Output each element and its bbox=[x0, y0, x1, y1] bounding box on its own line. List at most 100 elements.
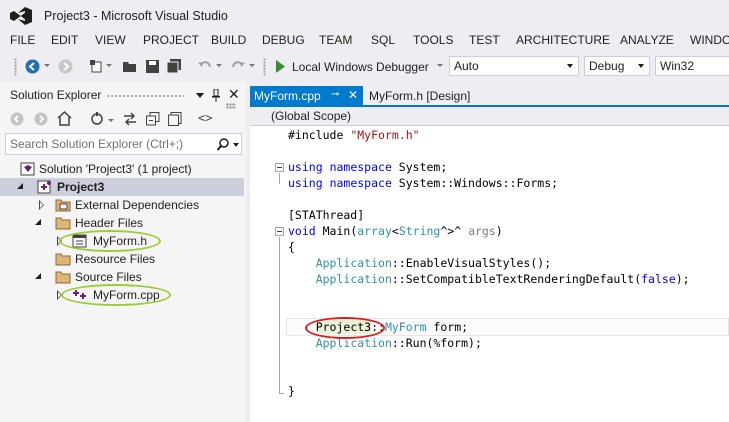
visual-studio-logo-icon bbox=[10, 7, 32, 25]
toolbar-overflow-icon[interactable] bbox=[226, 103, 236, 109]
chevron-down-icon[interactable] bbox=[216, 64, 222, 67]
menu-build[interactable]: BUILD bbox=[211, 33, 246, 47]
menu-architecture[interactable]: ARCHITECTURE bbox=[516, 33, 610, 47]
project-icon bbox=[37, 180, 51, 194]
menu-window[interactable]: WINDO bbox=[690, 33, 729, 47]
menu-tools[interactable]: TOOLS bbox=[413, 33, 453, 47]
tab-myform-h-design[interactable]: MyForm.h [Design] bbox=[363, 86, 476, 107]
home-icon[interactable] bbox=[57, 111, 72, 126]
refresh-icon[interactable] bbox=[123, 112, 137, 126]
expand-icon[interactable] bbox=[35, 273, 41, 279]
chevron-down-icon[interactable] bbox=[437, 64, 443, 67]
navigate-back-icon[interactable] bbox=[23, 57, 41, 75]
tab-myform-cpp[interactable]: MyForm.cpp ⊸ ✕ bbox=[250, 86, 363, 107]
debugger-label: Local Windows Debugger bbox=[292, 59, 429, 74]
code-line-6: { bbox=[288, 240, 295, 254]
title-bar: Project3 - Microsoft Visual Studio bbox=[0, 0, 729, 30]
expand-icon[interactable] bbox=[57, 236, 63, 246]
code-line-7: Application::EnableVisualStyles(); bbox=[315, 256, 552, 270]
solution-icon bbox=[20, 162, 35, 176]
menu-edit[interactable]: EDIT bbox=[51, 33, 78, 47]
search-icon[interactable] bbox=[217, 138, 229, 151]
code-line-11: } bbox=[288, 384, 295, 398]
redo-icon[interactable] bbox=[229, 57, 247, 75]
tree-item-header-files[interactable]: Header Files bbox=[0, 214, 244, 232]
menu-view[interactable]: VIEW bbox=[95, 33, 126, 47]
outline-line bbox=[279, 237, 280, 394]
menu-sql[interactable]: SQL bbox=[371, 33, 395, 47]
tree-item-label: MyForm.cpp bbox=[93, 288, 160, 302]
tree-item-myform-h[interactable]: MyForm.h bbox=[0, 232, 244, 250]
menu-project[interactable]: PROJECT bbox=[143, 33, 199, 47]
menu-bar: FILE EDIT VIEW PROJECT BUILD DEBUG TEAM … bbox=[0, 30, 729, 51]
tree-item-solution[interactable]: Solution 'Project3' (1 project) bbox=[0, 160, 244, 178]
menu-debug[interactable]: DEBUG bbox=[262, 33, 305, 47]
indicator-margin bbox=[250, 126, 267, 422]
code-editor[interactable]: #include "MyForm.h" using namespace Syst… bbox=[250, 126, 729, 422]
scope-combo[interactable]: (Global Scope) bbox=[267, 108, 355, 125]
code-view-icon[interactable]: <> bbox=[198, 111, 212, 125]
forward-icon[interactable] bbox=[34, 112, 48, 126]
navigation-bar: (Global Scope) bbox=[250, 107, 729, 126]
collapse-icon[interactable] bbox=[275, 227, 284, 236]
chevron-down-icon[interactable] bbox=[44, 64, 50, 67]
solution-platform-combo[interactable]: Auto bbox=[449, 56, 579, 76]
window-position-icon[interactable] bbox=[196, 93, 204, 98]
form-header-icon bbox=[72, 234, 87, 248]
collapse-all-icon[interactable] bbox=[146, 112, 160, 126]
chevron-down-icon[interactable] bbox=[249, 64, 255, 67]
configuration-combo[interactable]: Debug bbox=[584, 56, 650, 76]
tab-label: MyForm.h [Design] bbox=[369, 89, 471, 103]
save-icon[interactable] bbox=[143, 57, 161, 75]
pin-icon[interactable]: ⊸ bbox=[331, 89, 339, 100]
back-icon[interactable] bbox=[10, 112, 24, 126]
sync-active-document-icon[interactable] bbox=[90, 112, 104, 126]
solution-explorer-search[interactable] bbox=[5, 133, 242, 155]
show-all-files-icon[interactable] bbox=[168, 112, 182, 126]
solution-explorer-title: Solution Explorer bbox=[10, 88, 102, 102]
menu-test[interactable]: TEST bbox=[469, 33, 500, 47]
tree-item-source-files[interactable]: Source Files bbox=[0, 268, 244, 286]
undo-icon[interactable] bbox=[196, 57, 214, 75]
tree-item-label: Header Files bbox=[75, 216, 144, 230]
menu-file[interactable]: FILE bbox=[10, 33, 35, 47]
tree-item-label: Resource Files bbox=[75, 252, 156, 266]
toolbar-grip[interactable] bbox=[14, 58, 17, 76]
expand-icon[interactable] bbox=[39, 200, 45, 210]
menu-analyze[interactable]: ANALYZE bbox=[620, 33, 674, 47]
chevron-down-icon[interactable] bbox=[233, 143, 239, 147]
search-input[interactable] bbox=[10, 136, 210, 152]
code-line-9: Project3::MyForm form; bbox=[315, 320, 469, 334]
collapse-icon[interactable] bbox=[275, 163, 284, 172]
tree-item-resource-files[interactable]: Resource Files bbox=[0, 250, 244, 268]
close-icon[interactable]: ✕ bbox=[228, 86, 240, 103]
open-folder-icon[interactable] bbox=[120, 57, 138, 75]
expand-icon[interactable] bbox=[35, 219, 41, 225]
save-all-icon[interactable] bbox=[165, 57, 183, 75]
platform-combo[interactable]: Win32 bbox=[655, 56, 729, 76]
chevron-down-icon[interactable] bbox=[106, 64, 112, 67]
start-debugging-button[interactable]: Local Windows Debugger bbox=[274, 57, 429, 76]
menu-team[interactable]: TEAM bbox=[319, 33, 352, 47]
toolbar-grip[interactable] bbox=[263, 58, 266, 76]
tree-item-myform-cpp[interactable]: MyForm.cpp bbox=[0, 286, 244, 304]
tree-item-external-dependencies[interactable]: External Dependencies bbox=[0, 196, 244, 214]
folder-icon bbox=[55, 253, 71, 266]
chevron-down-icon[interactable] bbox=[108, 119, 114, 122]
tree-item-label: Source Files bbox=[75, 270, 142, 284]
close-icon[interactable]: ✕ bbox=[348, 88, 358, 102]
outline-line bbox=[279, 173, 280, 184]
expand-icon[interactable] bbox=[57, 290, 63, 300]
expand-icon[interactable] bbox=[17, 183, 23, 189]
solution-platform-value: Auto bbox=[454, 59, 479, 73]
chevron-down-icon bbox=[567, 64, 573, 68]
new-project-icon[interactable] bbox=[87, 57, 105, 75]
navigate-forward-icon[interactable] bbox=[56, 57, 74, 75]
window-title: Project3 - Microsoft Visual Studio bbox=[44, 9, 228, 23]
configuration-value: Debug bbox=[589, 59, 625, 73]
code-line-1: #include "MyForm.h" bbox=[288, 128, 420, 142]
pin-icon[interactable] bbox=[211, 89, 221, 102]
tree-item-project[interactable]: Project3 bbox=[0, 178, 244, 196]
panel-grip[interactable] bbox=[106, 94, 184, 99]
platform-value: Win32 bbox=[660, 59, 695, 73]
